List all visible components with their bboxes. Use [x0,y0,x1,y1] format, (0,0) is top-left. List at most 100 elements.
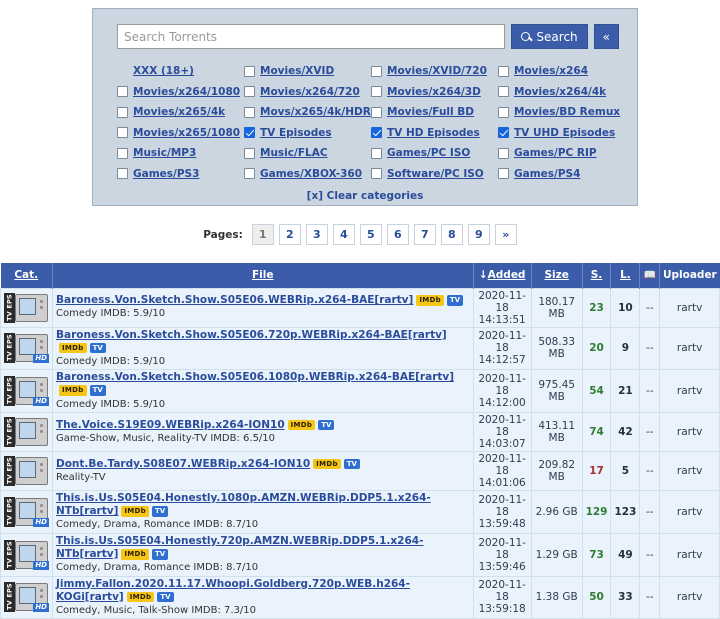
tv-eps-icon[interactable]: TV EPS HD [4,582,49,613]
imdb-badge[interactable]: IMDb [416,295,444,306]
category-item[interactable]: TV UHD Episodes [498,123,625,144]
category-link[interactable]: Games/XBOX-360 [260,168,362,180]
category-item[interactable]: Movies/x264/3D [371,82,498,103]
torrent-title-link[interactable]: Baroness.Von.Sketch.Show.S05E06.720p.WEB… [56,329,447,341]
category-checkbox[interactable] [117,147,128,159]
imdb-badge[interactable]: IMDb [287,419,316,431]
category-checkbox[interactable] [117,127,128,139]
category-item[interactable]: Movies/x264 [498,61,625,82]
torrent-title-link[interactable]: Jimmy.Fallon.2020.11.17.Whoopi.Goldberg.… [56,578,410,603]
page-link[interactable]: 6 [386,224,409,245]
category-item[interactable]: Movies/XVID/720 [371,61,498,82]
category-item[interactable]: Games/PC RIP [498,143,625,164]
category-item[interactable]: Movies/x264/4k [498,82,625,103]
collapse-button[interactable]: « [593,24,619,49]
category-checkbox[interactable] [117,106,128,118]
cell-category[interactable]: TV EPS HD [0,490,53,534]
category-link[interactable]: Movies/XVID [260,65,334,77]
category-checkbox[interactable] [244,106,255,118]
category-link[interactable]: Games/PC RIP [514,147,597,159]
category-link[interactable]: Games/PC ISO [387,147,470,159]
category-checkbox[interactable] [371,147,382,159]
category-link[interactable]: TV UHD Episodes [514,127,615,139]
torrent-title-link[interactable]: Baroness.Von.Sketch.Show.S05E06.1080p.WE… [56,371,454,383]
category-checkbox[interactable] [498,147,509,159]
torrent-title-link[interactable]: Dont.Be.Tardy.S08E07.WEBRip.x264-ION10 [56,458,310,470]
table-row[interactable]: TV EPS HD Baroness.Von.Sketch.Show.S05E06.… [0,326,720,371]
category-link[interactable]: Movies/x264/4k [514,86,606,98]
cell-category[interactable]: TV EPS HD [0,532,53,577]
category-item[interactable]: TV HD Episodes [371,123,498,144]
category-link[interactable]: Movies/BD Remux [514,106,620,118]
tv-badge[interactable]: TV [157,591,174,603]
torrent-title-link[interactable]: This.is.Us.S05E04.Honestly.1080p.AMZN.WE… [56,492,431,517]
imdb-badge[interactable]: IMDb [59,385,87,397]
category-link[interactable]: Movies/x264 [514,65,588,77]
cell-category[interactable]: TV EPS HD [0,326,53,371]
page-link[interactable]: 9 [467,224,490,245]
category-item[interactable]: Movies/x264/1080 [117,82,244,103]
cell-category[interactable]: TV EPS [0,451,53,491]
search-input[interactable] [117,24,506,49]
page-link[interactable]: 4 [332,224,355,245]
torrent-title-link[interactable]: This.is.Us.S05E04.Honestly.720p.AMZN.WEB… [56,535,423,560]
category-item[interactable]: Music/FLAC [244,143,371,164]
table-row[interactable]: TV EPS HD This.is.Us.S05E04.Honestly.720p.… [0,532,720,577]
page-link[interactable]: 1 [251,224,274,245]
tv-badge[interactable]: TV [446,295,464,306]
tv-badge[interactable]: TV [318,419,335,431]
category-link[interactable]: Movies/x265/4k [133,106,225,118]
category-item[interactable]: Games/XBOX-360 [244,164,371,185]
tv-eps-icon[interactable]: TV EPS HD [4,496,49,527]
page-link[interactable]: 3 [305,224,328,245]
page-link[interactable]: » [494,224,517,245]
tv-eps-icon[interactable]: TV EPS HD [4,333,49,364]
tv-badge[interactable]: TV [151,506,169,517]
category-checkbox[interactable] [371,86,382,98]
header-size[interactable]: Size [530,263,583,288]
category-checkbox[interactable] [117,168,128,180]
search-button[interactable]: Search [511,24,588,49]
category-link[interactable]: Movies/Full BD [387,106,474,118]
category-checkbox[interactable] [371,106,382,118]
category-item[interactable]: Games/PS3 [117,164,244,185]
category-item[interactable]: Movies/XVID [244,61,371,82]
header-comments[interactable]: 📖 [639,263,660,288]
imdb-badge[interactable]: IMDb [121,548,149,560]
category-checkbox[interactable] [244,65,255,77]
header-file[interactable]: File [52,263,473,288]
category-link[interactable]: Movies/XVID/720 [387,65,487,77]
category-item[interactable]: Movs/x265/4k/HDR [244,102,371,123]
tv-eps-icon[interactable]: TV EPS HD [4,376,49,407]
category-checkbox[interactable] [371,168,382,180]
tv-badge[interactable]: TV [89,342,106,354]
category-checkbox[interactable] [498,127,509,139]
imdb-badge[interactable]: IMDb [313,458,341,470]
category-checkbox[interactable] [244,147,255,159]
header-leechers[interactable]: L. [610,263,640,288]
header-cat[interactable]: Cat. [0,263,53,288]
category-checkbox[interactable] [117,86,128,98]
header-seeders[interactable]: S. [581,263,611,288]
tv-eps-icon[interactable]: TV EPS [4,456,49,486]
category-link[interactable]: Movies/x264/720 [260,86,360,98]
imdb-badge[interactable]: IMDb [121,506,149,517]
category-checkbox[interactable] [244,168,255,180]
tv-badge[interactable]: TV [89,385,106,397]
category-link[interactable]: Movies/x264/1080 [133,86,240,98]
category-link[interactable]: Movs/x265/4k/HDR [260,106,371,118]
tv-eps-icon[interactable]: TV EPS [4,417,49,447]
tv-eps-icon[interactable]: TV EPS HD [4,539,49,570]
tv-badge[interactable]: TV [151,548,169,560]
cell-category[interactable]: TV EPS [0,412,53,452]
cell-category[interactable]: TV EPS [0,287,53,328]
category-checkbox[interactable] [371,65,382,77]
category-checkbox[interactable] [498,168,509,180]
page-link[interactable]: 2 [278,224,301,245]
table-row[interactable]: TV EPS HD Jimmy.Fallon.2020.11.17.Whoopi.G… [0,575,720,619]
category-checkbox[interactable] [244,127,255,139]
category-link[interactable]: Movies/x264/3D [387,86,481,98]
category-item[interactable]: Software/PC ISO [371,164,498,185]
table-row[interactable]: TV EPS HD This.is.Us.S05E04.Honestly.1080p… [0,490,720,534]
category-item[interactable]: Games/PS4 [498,164,625,185]
